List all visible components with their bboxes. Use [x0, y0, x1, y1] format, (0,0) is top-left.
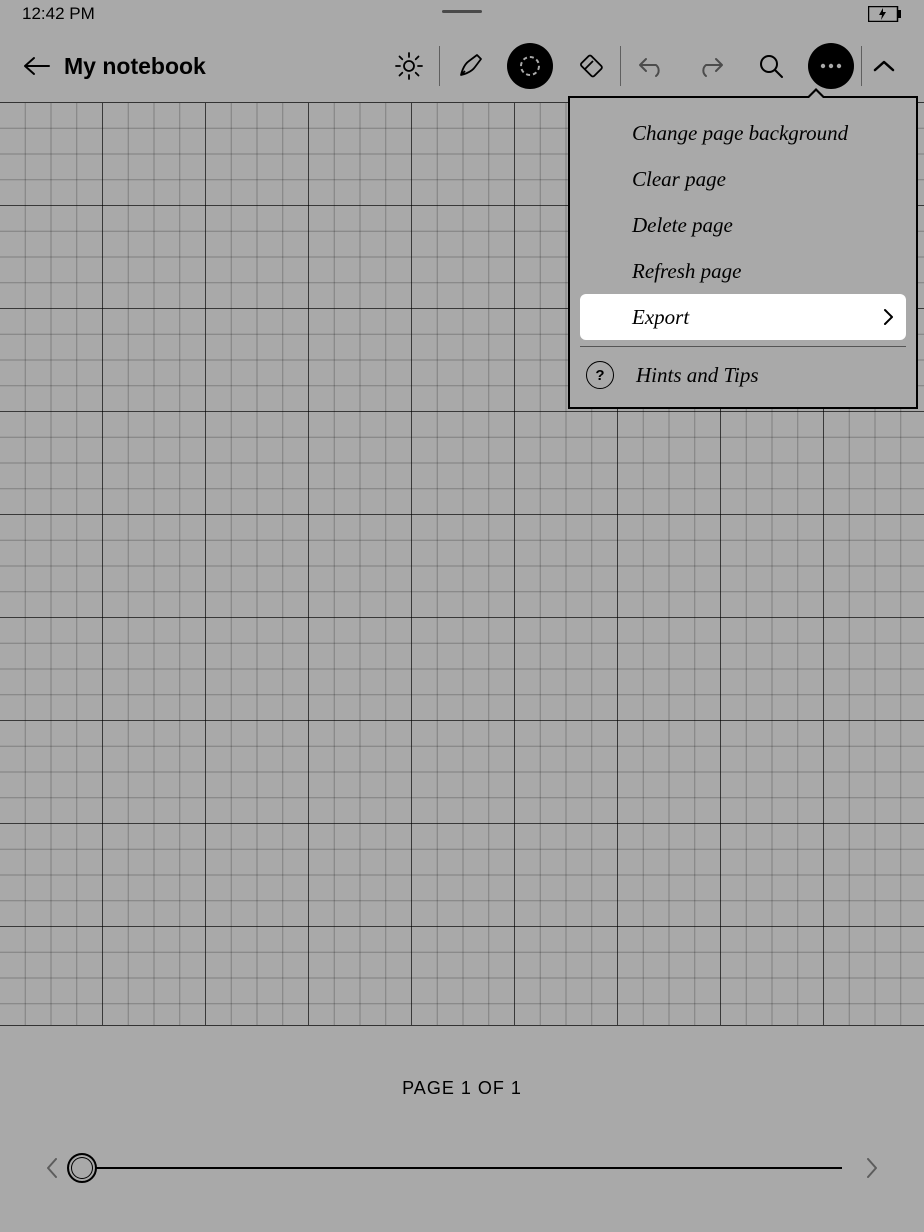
- brightness-button[interactable]: [379, 40, 439, 92]
- status-bar: 12:42 PM: [0, 0, 924, 28]
- redo-button[interactable]: [681, 40, 741, 92]
- lasso-icon: [516, 52, 544, 80]
- menu-item-delete-page[interactable]: Delete page: [580, 202, 906, 248]
- menu-item-label: Change page background: [632, 121, 848, 146]
- collapse-toolbar-button[interactable]: [862, 40, 906, 92]
- top-toolbar: My notebook: [0, 36, 924, 96]
- menu-item-label: Hints and Tips: [636, 363, 759, 388]
- status-time: 12:42 PM: [22, 4, 95, 24]
- brightness-icon: [394, 51, 424, 81]
- menu-item-export[interactable]: Export: [580, 294, 906, 340]
- notch-handle: [442, 10, 482, 13]
- lasso-tool-button[interactable]: [500, 40, 560, 92]
- back-icon[interactable]: [22, 56, 50, 76]
- menu-item-hints-tips[interactable]: ? Hints and Tips: [580, 357, 906, 393]
- next-page-button[interactable]: [860, 1156, 884, 1180]
- page-slider-track[interactable]: [82, 1167, 842, 1169]
- undo-button[interactable]: [621, 40, 681, 92]
- prev-page-button[interactable]: [40, 1156, 64, 1180]
- menu-separator: [580, 346, 906, 347]
- chevron-up-icon: [873, 59, 895, 73]
- menu-item-label: Export: [632, 305, 689, 330]
- menu-item-change-background[interactable]: Change page background: [580, 110, 906, 156]
- battery-charging-icon: [868, 6, 902, 22]
- undo-icon: [636, 54, 666, 78]
- menu-item-label: Delete page: [632, 213, 733, 238]
- notebook-title: My notebook: [64, 53, 206, 80]
- redo-icon: [696, 54, 726, 78]
- eraser-tool-button[interactable]: [560, 40, 620, 92]
- menu-item-label: Clear page: [632, 167, 726, 192]
- menu-item-label: Refresh page: [632, 259, 741, 284]
- more-menu-dropdown: Change page background Clear page Delete…: [568, 96, 918, 409]
- menu-item-refresh-page[interactable]: Refresh page: [580, 248, 906, 294]
- more-menu-button[interactable]: [801, 40, 861, 92]
- help-icon: ?: [586, 361, 614, 389]
- menu-item-clear-page[interactable]: Clear page: [580, 156, 906, 202]
- eraser-icon: [575, 51, 605, 81]
- pen-tool-button[interactable]: [440, 40, 500, 92]
- page-indicator-label: PAGE 1 OF 1: [0, 1078, 924, 1099]
- search-icon: [757, 52, 785, 80]
- chevron-right-icon: [882, 308, 894, 326]
- search-button[interactable]: [741, 40, 801, 92]
- more-icon: [819, 63, 843, 69]
- pen-icon: [455, 51, 485, 81]
- page-navigator: [40, 1156, 884, 1180]
- page-slider-thumb[interactable]: [67, 1153, 97, 1183]
